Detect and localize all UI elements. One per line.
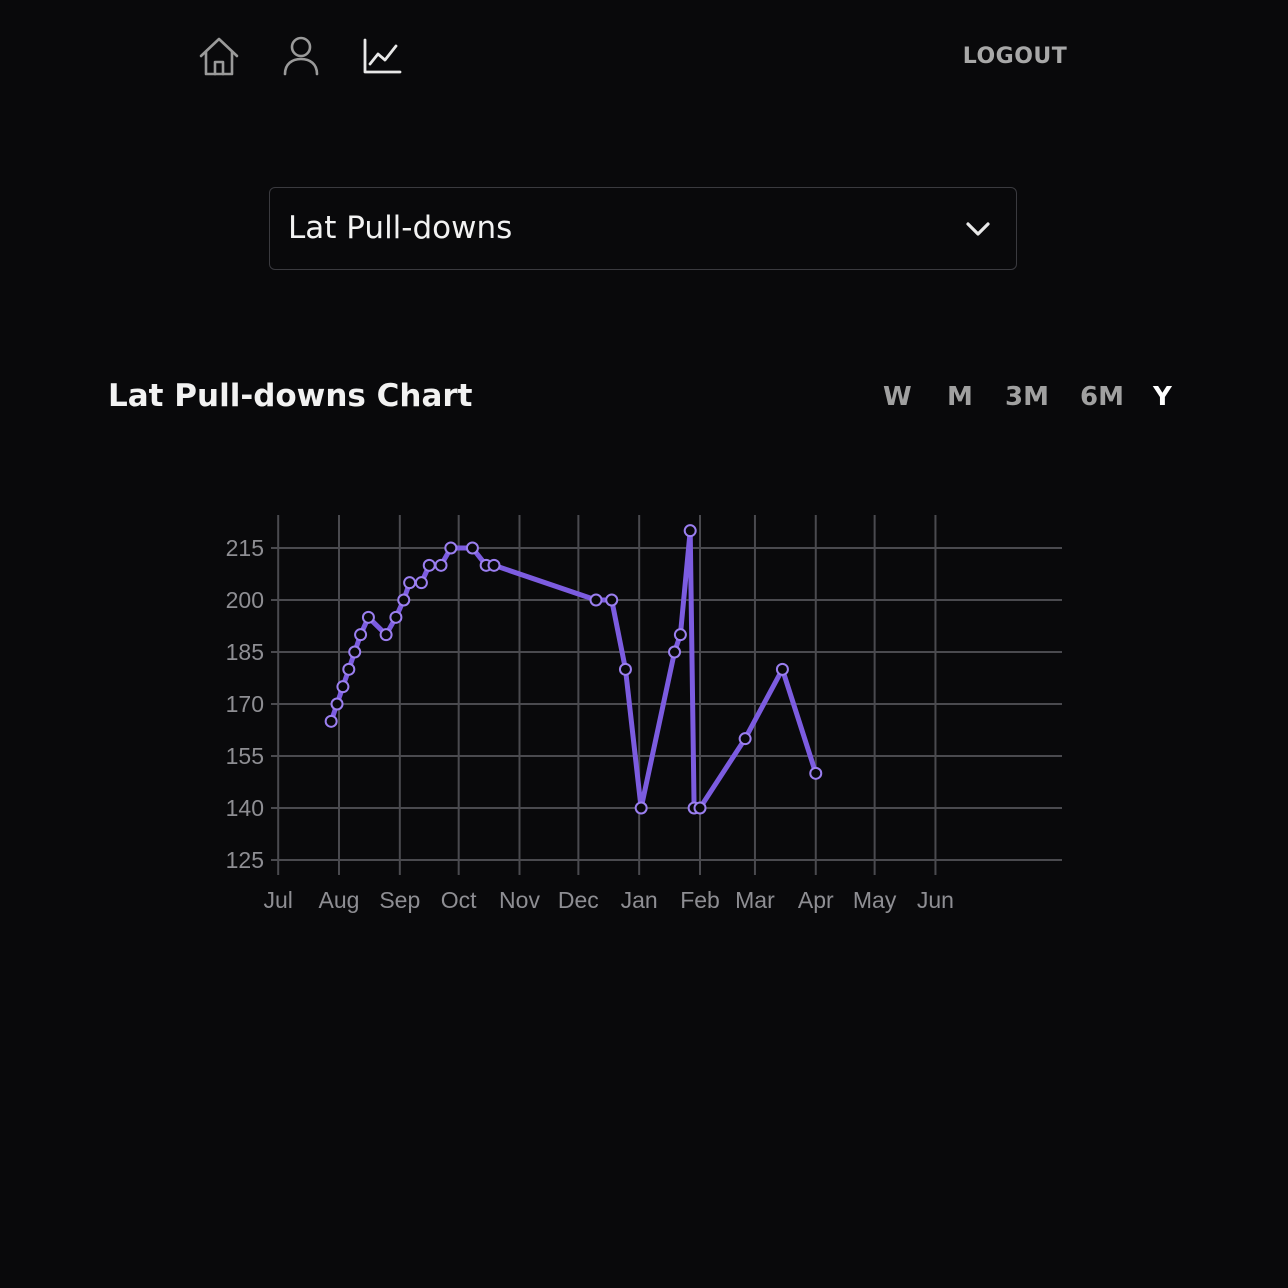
data-point (403, 576, 417, 590)
data-point (589, 593, 603, 607)
data-point (809, 766, 823, 780)
y-tick-label: 170 (226, 691, 264, 717)
y-tick-label: 155 (226, 743, 264, 769)
data-point (444, 541, 458, 555)
data-point (336, 680, 350, 694)
data-point (775, 662, 789, 676)
data-point (379, 628, 393, 642)
data-point (683, 524, 697, 538)
x-tick-label: Oct (441, 887, 477, 913)
x-tick-label: Aug (319, 887, 360, 913)
data-point (422, 558, 436, 572)
x-tick-label: Jun (917, 887, 954, 913)
data-point (389, 610, 403, 624)
y-tick-label: 185 (226, 639, 264, 665)
x-tick-label: Dec (558, 887, 599, 913)
data-point (693, 801, 707, 815)
series-line (328, 528, 819, 811)
data-point (465, 541, 479, 555)
data-point (634, 801, 648, 815)
x-tick-label: Sep (379, 887, 420, 913)
data-point (361, 610, 375, 624)
x-tick-label: Apr (798, 887, 834, 913)
y-tick-label: 215 (226, 535, 264, 561)
y-tick-label: 200 (226, 587, 264, 613)
x-tick-label: Jan (621, 887, 658, 913)
x-tick-label: Mar (735, 887, 775, 913)
data-point (487, 558, 501, 572)
data-point (342, 662, 356, 676)
x-tick-label: May (853, 887, 897, 913)
data-point (330, 697, 344, 711)
data-point (414, 576, 428, 590)
y-tick-label: 125 (226, 847, 264, 873)
x-tick-label: Nov (499, 887, 540, 913)
y-tick-label: 140 (226, 795, 264, 821)
data-point (738, 732, 752, 746)
x-tick-label: Jul (263, 887, 292, 913)
data-point (618, 662, 632, 676)
x-tick-label: Feb (680, 887, 720, 913)
data-point (354, 628, 368, 642)
data-point (397, 593, 411, 607)
data-point (668, 645, 682, 659)
data-point (673, 628, 687, 642)
data-point (605, 593, 619, 607)
line-chart: 215 200 185 170 155 140 125 Aug Sep Oct Nov Dec Jan F… (226, 515, 1062, 913)
data-point (434, 558, 448, 572)
data-point (324, 714, 338, 728)
data-point (348, 645, 362, 659)
